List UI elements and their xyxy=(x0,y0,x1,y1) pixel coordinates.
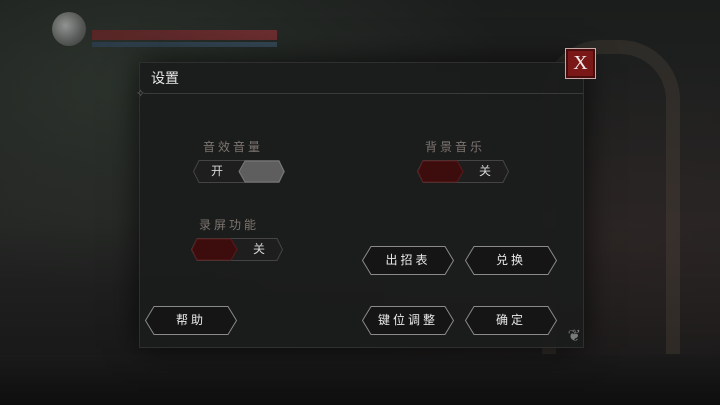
dialog-title: 设置 xyxy=(151,71,179,87)
bgm-toggle[interactable]: 关 xyxy=(417,160,509,183)
health-bar xyxy=(92,30,277,40)
sfx-on-text: 开 xyxy=(210,164,223,178)
redeem-label: 兑换 xyxy=(495,253,526,267)
record-off-text: 关 xyxy=(252,242,265,256)
sfx-volume-label: 音效音量 xyxy=(203,140,264,154)
help-button[interactable]: 帮助 xyxy=(145,306,237,335)
background-floor xyxy=(0,355,720,405)
toggle-knob xyxy=(191,238,238,261)
key-mapping-label: 键位调整 xyxy=(377,313,438,327)
mana-bar xyxy=(92,42,277,47)
key-mapping-button[interactable]: 键位调整 xyxy=(362,306,454,335)
close-button[interactable]: X xyxy=(565,48,596,79)
corner-ornament-icon: ❦ xyxy=(567,326,581,345)
help-label: 帮助 xyxy=(175,313,206,327)
screen-record-label: 录屏功能 xyxy=(199,218,260,232)
sfx-volume-toggle[interactable]: 开 xyxy=(193,160,285,183)
move-list-button[interactable]: 出招表 xyxy=(362,246,454,275)
ornament-icon: ✧ xyxy=(136,87,146,100)
bgm-label: 背景音乐 xyxy=(425,140,486,154)
toggle-knob xyxy=(417,160,464,183)
confirm-label: 确定 xyxy=(495,313,526,327)
redeem-button[interactable]: 兑换 xyxy=(465,246,557,275)
bgm-off-text: 关 xyxy=(478,164,491,178)
settings-dialog: 设置 ✧ ❦ 音效音量 开 背景音乐 关 录屏功能 关 出招表 兑换 帮助 键位… xyxy=(136,62,584,348)
toggle-knob xyxy=(238,160,285,183)
title-divider xyxy=(144,93,583,94)
screen-record-toggle[interactable]: 关 xyxy=(191,238,283,261)
confirm-button[interactable]: 确定 xyxy=(465,306,557,335)
player-avatar xyxy=(52,12,86,46)
move-list-label: 出招表 xyxy=(385,253,431,267)
